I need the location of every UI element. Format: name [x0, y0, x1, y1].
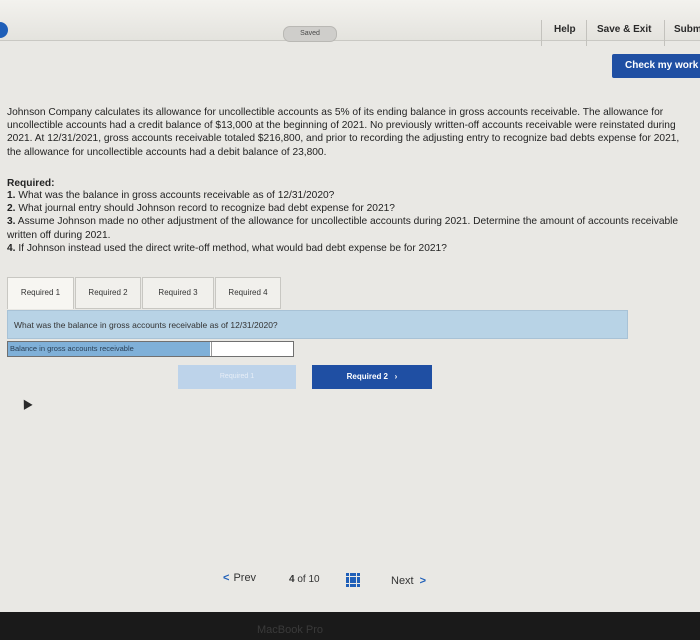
next-button[interactable]: Next > [391, 575, 426, 587]
prev-label: Prev [233, 572, 257, 584]
prev-required-button: Required 1 [178, 365, 296, 389]
next-label: Next [391, 575, 414, 587]
screen: Saved Help Save & Exit Subm Check my wor… [0, 0, 700, 612]
device-bezel-label: MacBook Pro [257, 624, 324, 636]
toolbar-divider [586, 20, 587, 46]
problem-statement: Johnson Company calculates its allowance… [7, 107, 680, 158]
current-question-bar: What was the balance in gross accounts r… [7, 310, 628, 339]
submit-button[interactable]: Subm [674, 24, 700, 35]
answer-label: Balance in gross accounts receivable [8, 342, 210, 356]
top-toolbar: Saved Help Save & Exit Subm [0, 0, 700, 46]
check-my-work-button[interactable]: Check my work [612, 54, 700, 78]
next-required-label: Required 2 [346, 372, 388, 381]
mouse-cursor-icon [19, 397, 33, 410]
total-pages: 10 [308, 574, 320, 585]
question-item: 2. What journal entry should Johnson rec… [7, 203, 395, 215]
tab-required-1[interactable]: Required 1 [7, 277, 74, 309]
chevron-left-icon: < [223, 572, 230, 584]
page-indicator: 4 of 10 [289, 574, 320, 585]
menu-dot-icon[interactable] [0, 22, 8, 38]
tab-required-2[interactable]: Required 2 [75, 277, 141, 309]
question-item: 4. If Johnson instead used the direct wr… [7, 242, 447, 254]
question-item: 1. What was the balance in gross account… [7, 190, 335, 201]
required-questions-list: 1. What was the balance in gross account… [7, 189, 687, 255]
required-heading: Required: [7, 178, 55, 189]
question-item: 3. Assume Johnson made no other adjustme… [7, 216, 679, 241]
answer-row: Balance in gross accounts receivable [7, 341, 294, 357]
chevron-right-icon: > [419, 575, 427, 587]
grid-view-icon[interactable] [346, 573, 361, 588]
save-exit-button[interactable]: Save & Exit [597, 24, 651, 35]
current-page: 4 [289, 574, 295, 585]
chevron-right-icon: › [390, 372, 398, 381]
help-link[interactable]: Help [554, 24, 576, 35]
tab-required-4[interactable]: Required 4 [215, 277, 281, 309]
toolbar-divider [664, 20, 665, 46]
tab-required-3[interactable]: Required 3 [142, 277, 214, 309]
of-label: of [297, 574, 306, 585]
prev-button[interactable]: < Prev [223, 572, 256, 584]
bottom-navigation: < Prev 4 of 10 Next > [0, 562, 700, 602]
saved-status-badge: Saved [283, 26, 337, 42]
balance-gross-ar-input[interactable] [211, 342, 293, 356]
toolbar-divider [541, 20, 542, 46]
next-required-button[interactable]: Required 2 › [312, 365, 432, 389]
